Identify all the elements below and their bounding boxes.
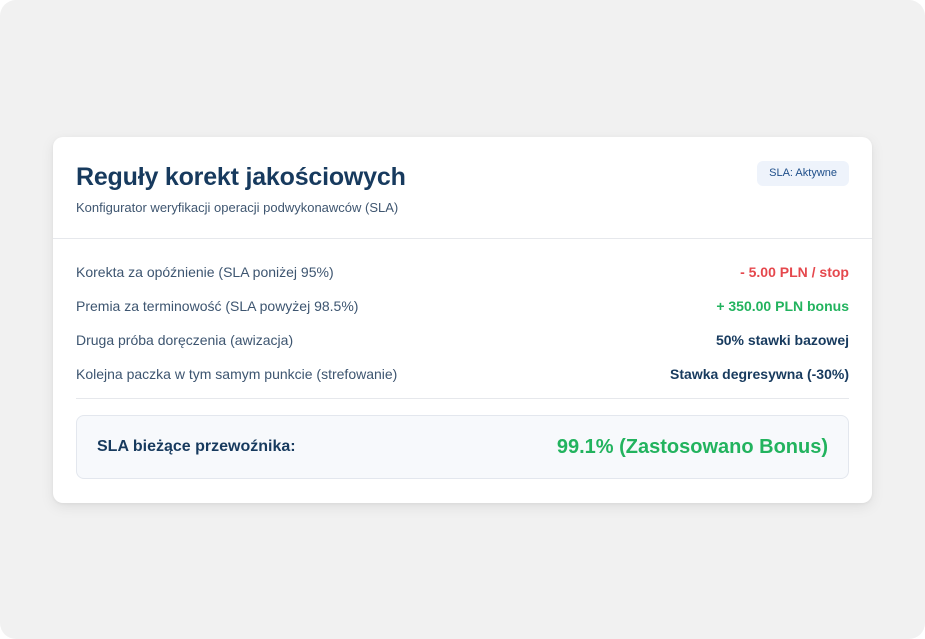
- rule-row-punctuality-bonus: Premia za terminowość (SLA powyżej 98.5%…: [76, 289, 849, 323]
- carrier-sla-summary: SLA bieżące przewoźnika: 99.1% (Zastosow…: [76, 415, 849, 479]
- rule-label: Kolejna paczka w tym samym punkcie (stre…: [76, 366, 398, 382]
- rule-label: Korekta za opóźnienie (SLA poniżej 95%): [76, 264, 334, 280]
- quality-rules-card: Reguły korekt jakościowych Konfigurator …: [53, 137, 872, 503]
- card-header: Reguły korekt jakościowych Konfigurator …: [53, 137, 872, 239]
- rule-row-zone-parcel: Kolejna paczka w tym samym punkcie (stre…: [76, 357, 849, 391]
- rules-list: Korekta za opóźnienie (SLA poniżej 95%) …: [76, 255, 849, 391]
- card-subtitle: Konfigurator weryfikacji operacji podwyk…: [76, 200, 399, 215]
- rule-value-rate: 50% stawki bazowej: [715, 332, 849, 348]
- rule-row-second-delivery-attempt: Druga próba doręczenia (awizacja) 50% st…: [76, 323, 849, 357]
- sla-status-badge: SLA: Aktywne: [757, 161, 849, 186]
- rule-label: Druga próba doręczenia (awizacja): [76, 332, 294, 348]
- summary-label: SLA bieżące przewoźnika:: [97, 438, 296, 455]
- page-background: Reguły korekt jakościowych Konfigurator …: [0, 0, 925, 639]
- rule-value-degressive-rate: Stawka degresywna (-30%): [670, 366, 849, 382]
- rule-label: Premia za terminowość (SLA powyżej 98.5%…: [76, 298, 359, 314]
- summary-value: 99.1% (Zastosowano Bonus): [556, 435, 828, 458]
- card-title: Reguły korekt jakościowych: [76, 163, 406, 191]
- rule-row-delay-penalty: Korekta za opóźnienie (SLA poniżej 95%) …: [76, 255, 849, 289]
- rule-value-penalty: - 5.00 PLN / stop: [740, 264, 849, 280]
- rule-value-bonus: + 350.00 PLN bonus: [716, 298, 849, 314]
- rules-divider: [76, 398, 849, 399]
